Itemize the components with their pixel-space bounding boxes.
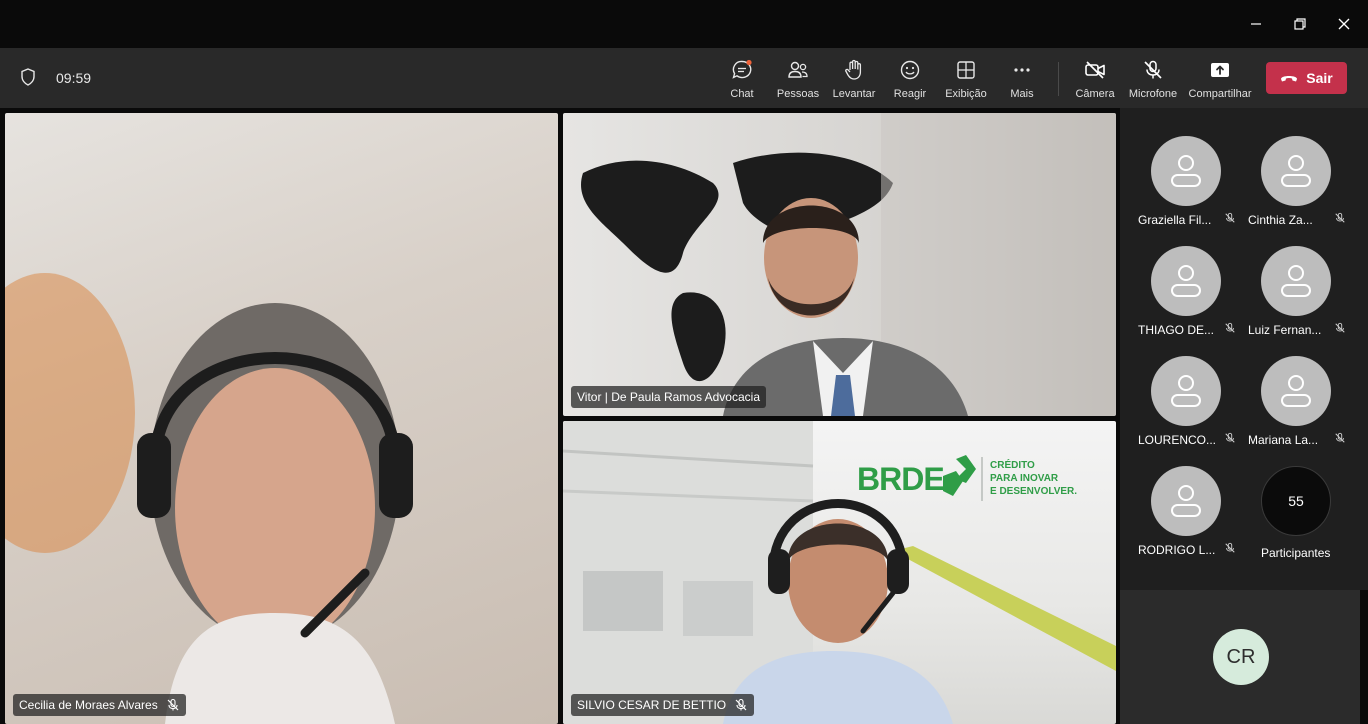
people-icon: [788, 61, 808, 78]
brde-slogan-line-3: E DESENVOLVER.: [990, 486, 1078, 497]
chat-icon: [732, 59, 752, 79]
avatar: [1151, 246, 1221, 316]
avatar: [1151, 356, 1221, 426]
brde-logo-text: BRDE: [857, 461, 945, 497]
participant-name-label: Cecilia de Moraes Alvares: [13, 694, 186, 716]
meeting-toolbar: 09:59 Chat Pessoas Levantar Reagir Exibi…: [0, 48, 1368, 108]
leave-label: Sair: [1306, 70, 1333, 86]
share-tray-icon: [1211, 63, 1229, 77]
camera-off-icon: [1085, 61, 1105, 79]
avatar: [1151, 466, 1221, 536]
participant-name: Vitor | De Paula Ramos Advocacia: [577, 390, 760, 404]
smiley-icon: [900, 60, 920, 80]
people-label: Pessoas: [776, 88, 820, 100]
raise-hand-label: Levantar: [832, 88, 876, 100]
avatar: [1261, 246, 1331, 316]
mic-label: Microfone: [1128, 88, 1178, 100]
leave-button[interactable]: Sair: [1266, 62, 1347, 94]
more-participants-button[interactable]: 55 Participantes: [1230, 438, 1340, 560]
view-label: Exibição: [945, 88, 987, 100]
video-tile-bottom-right[interactable]: BRDE CRÉDITO PARA INOVAR E DESENVOLVER. …: [563, 421, 1116, 724]
participant-video-placeholder: [581, 113, 1116, 416]
video-tile-top-right[interactable]: Vitor | De Paula Ramos Advocacia: [563, 113, 1116, 416]
share-button[interactable]: Compartilhar: [1185, 56, 1255, 102]
participant-tile[interactable]: Mariana La...: [1230, 328, 1345, 447]
participant-name-label: Vitor | De Paula Ramos Advocacia: [571, 386, 766, 408]
avatar: [1261, 356, 1331, 426]
brde-logo: [943, 455, 983, 501]
minimize-icon[interactable]: [1242, 10, 1270, 38]
meeting-timer: 09:59: [56, 70, 92, 86]
person-icon: [1281, 155, 1311, 187]
participant-tile[interactable]: RODRIGO L...: [1120, 438, 1235, 557]
person-icon: [1281, 375, 1311, 407]
window-titlebar: [0, 0, 1368, 48]
participant-name: SILVIO CESAR DE BETTIO: [577, 698, 727, 712]
person-icon: [1171, 375, 1201, 407]
participant-tile[interactable]: Graziella Fil...: [1120, 108, 1235, 227]
participant-name: RODRIGO L...: [1138, 543, 1216, 557]
more-label: Mais: [1010, 88, 1034, 100]
avatar: [1261, 136, 1331, 206]
person-icon: [1171, 265, 1201, 297]
participant-count-badge: 55: [1261, 466, 1331, 536]
more-button[interactable]: Mais: [987, 56, 1057, 102]
grid-view-icon: [957, 61, 975, 79]
phone-hangup-icon: [1281, 76, 1298, 82]
brde-slogan-line-1: CRÉDITO: [990, 460, 1035, 471]
participants-label: Participantes: [1261, 546, 1331, 560]
participant-tile[interactable]: Luiz Fernan...: [1230, 218, 1345, 337]
participant-roster: Graziella Fil... Cinthia Za... THIAGO DE…: [1120, 108, 1368, 590]
camera-label: Câmera: [1075, 88, 1115, 100]
mic-off-icon: [1144, 60, 1162, 79]
participant-tile[interactable]: THIAGO DE...: [1120, 218, 1235, 337]
person-icon: [1171, 155, 1201, 187]
close-icon[interactable]: [1330, 10, 1358, 38]
participant-tile[interactable]: Cinthia Za...: [1230, 108, 1345, 227]
raise-hand-icon: [845, 59, 862, 80]
participant-tile[interactable]: LOURENCO...: [1120, 328, 1235, 447]
mic-off-icon: [167, 698, 179, 711]
self-avatar: CR: [1213, 629, 1269, 685]
participant-name: Cecilia de Moraes Alvares: [19, 698, 158, 712]
react-label: Reagir: [893, 88, 927, 100]
person-icon: [1281, 265, 1311, 297]
person-icon: [1171, 485, 1201, 517]
participant-video-placeholder: [5, 273, 413, 724]
restore-icon[interactable]: [1286, 10, 1314, 38]
mic-button[interactable]: Microfone: [1118, 56, 1188, 102]
chat-label: Chat: [730, 88, 754, 100]
participant-name-label: SILVIO CESAR DE BETTIO: [571, 694, 755, 716]
participant-count: 55: [1288, 493, 1304, 509]
mic-off-icon: [735, 698, 747, 711]
self-view[interactable]: CR: [1120, 590, 1360, 724]
toolbar-divider: [1058, 62, 1059, 96]
shield-icon[interactable]: [20, 68, 36, 91]
avatar: [1151, 136, 1221, 206]
video-tile-main[interactable]: Cecilia de Moraes Alvares: [5, 113, 558, 724]
share-label: Compartilhar: [1188, 88, 1252, 100]
brde-slogan-line-2: PARA INOVAR: [990, 473, 1059, 484]
brde-slogan: CRÉDITO PARA INOVAR E DESENVOLVER.: [990, 459, 1077, 498]
more-dots-icon: [1014, 68, 1030, 72]
